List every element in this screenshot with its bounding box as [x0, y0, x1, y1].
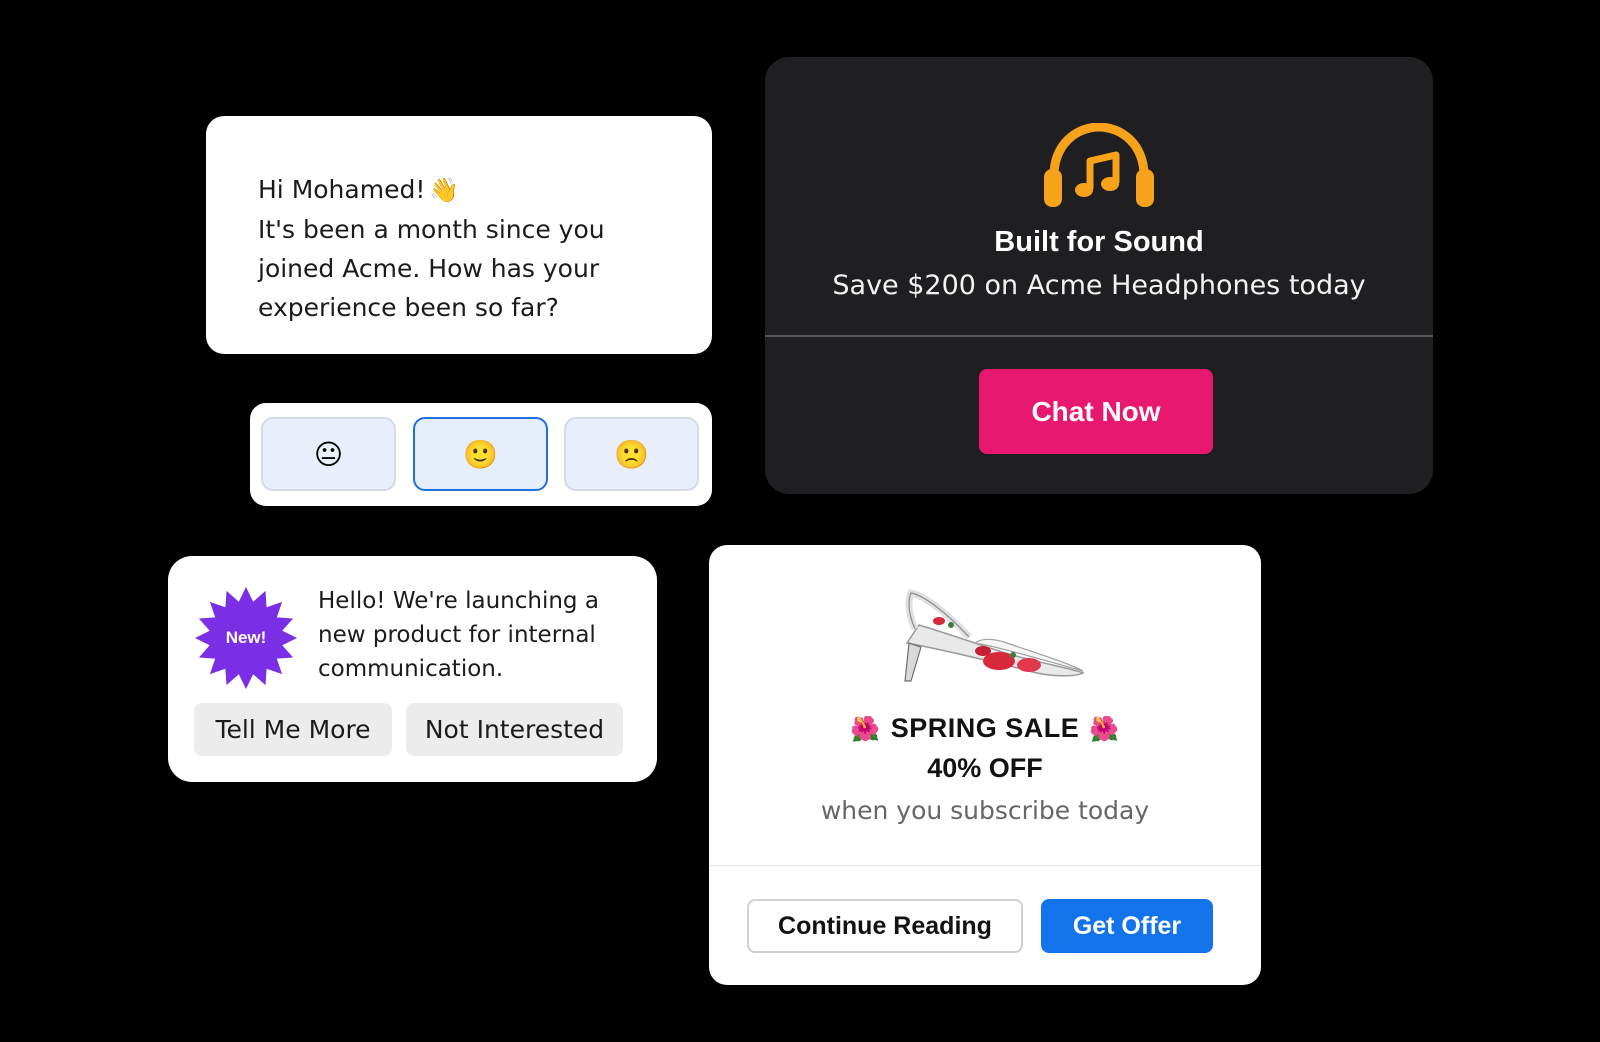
slightly-smiling-face-icon: 🙂	[463, 437, 498, 471]
launch-message-line: new product for internal	[318, 622, 596, 648]
greeting-line-3: joined Acme. How has your	[258, 254, 600, 283]
promo-title: Built for Sound	[994, 226, 1204, 258]
launch-announcement-card: New! Hello! We're launching a new produc…	[168, 556, 657, 782]
hibiscus-icon: 🌺	[850, 716, 881, 743]
launch-message-line: communication.	[318, 656, 504, 682]
greeting-name-text: Hi Mohamed!	[258, 175, 426, 204]
launch-message-line: Hello! We're launching a	[318, 588, 599, 614]
high-heel-shoe-image	[904, 589, 1085, 682]
greeting-line-2: It's been a month since you	[258, 215, 605, 244]
discount-text: 40% OFF	[927, 753, 1043, 783]
promo-subtitle: Save $200 on Acme Headphones today	[832, 270, 1366, 301]
greeting-message-card: Hi Mohamed! 👋 It's been a month since you…	[206, 116, 712, 354]
get-offer-button[interactable]: Get Offer	[1041, 899, 1213, 953]
tell-me-more-button[interactable]: Tell Me More	[194, 703, 392, 756]
spring-sale-title: 🌺 SPRING SALE 🌺	[709, 713, 1261, 744]
spring-sale-card: 🌺 SPRING SALE 🌺 40% OFF when you subscribe…	[709, 545, 1261, 985]
sale-title-text: SPRING SALE	[890, 713, 1080, 743]
new-badge-label: New!	[225, 628, 267, 647]
greeting-line-1: Hi Mohamed! 👋	[258, 170, 672, 210]
sale-subtitle: when you subscribe today	[820, 796, 1150, 825]
slightly-frowning-face-icon: 🙁	[614, 437, 649, 471]
waving-hand-icon: 👋	[429, 176, 460, 204]
neutral-face-icon: 😐	[313, 437, 344, 471]
headphones-music-icon	[1044, 123, 1154, 207]
not-interested-button[interactable]: Not Interested	[406, 703, 623, 756]
rating-sad-button[interactable]: 🙁	[564, 417, 699, 491]
emoji-rating-widget: 😐 🙂 🙁	[250, 403, 712, 506]
sale-divider	[709, 865, 1261, 866]
promo-divider	[765, 335, 1433, 337]
continue-reading-button[interactable]: Continue Reading	[747, 899, 1023, 953]
launch-message: Hello! We're launching a new product for…	[318, 584, 638, 686]
hibiscus-icon: 🌺	[1089, 716, 1120, 743]
rating-happy-button[interactable]: 🙂	[413, 417, 548, 491]
rating-neutral-button[interactable]: 😐	[261, 417, 396, 491]
greeting-line-4: experience been so far?	[258, 293, 559, 322]
headphones-promo-card: Built for Sound Save $200 on Acme Headph…	[765, 57, 1433, 494]
chat-now-button[interactable]: Chat Now	[979, 369, 1213, 454]
